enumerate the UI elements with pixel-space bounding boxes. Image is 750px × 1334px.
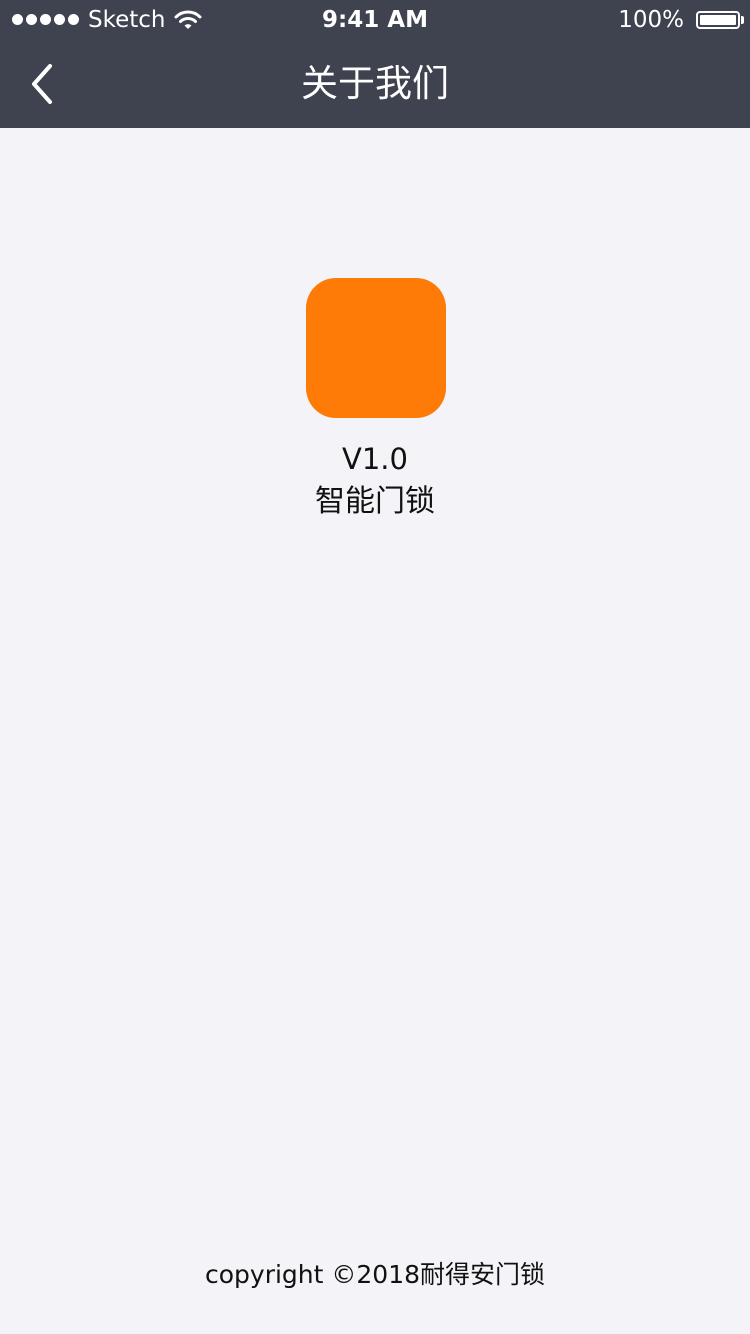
- copyright-text: copyright ©2018耐得安门锁: [204, 1260, 545, 1289]
- battery-fill: [700, 15, 736, 25]
- app-header: Sketch 9:41 AM 100% 关于我们: [0, 0, 750, 128]
- battery-full-icon: [696, 11, 740, 29]
- app-icon: [306, 278, 446, 418]
- app-version: V1.0: [342, 442, 408, 476]
- status-bar: Sketch 9:41 AM 100%: [0, 0, 750, 40]
- battery-percent: 100%: [618, 7, 684, 33]
- battery-tip: [741, 16, 744, 24]
- app-name: 智能门锁: [315, 484, 435, 519]
- nav-bar: 关于我们: [0, 40, 750, 128]
- page-title: 关于我们: [301, 62, 449, 105]
